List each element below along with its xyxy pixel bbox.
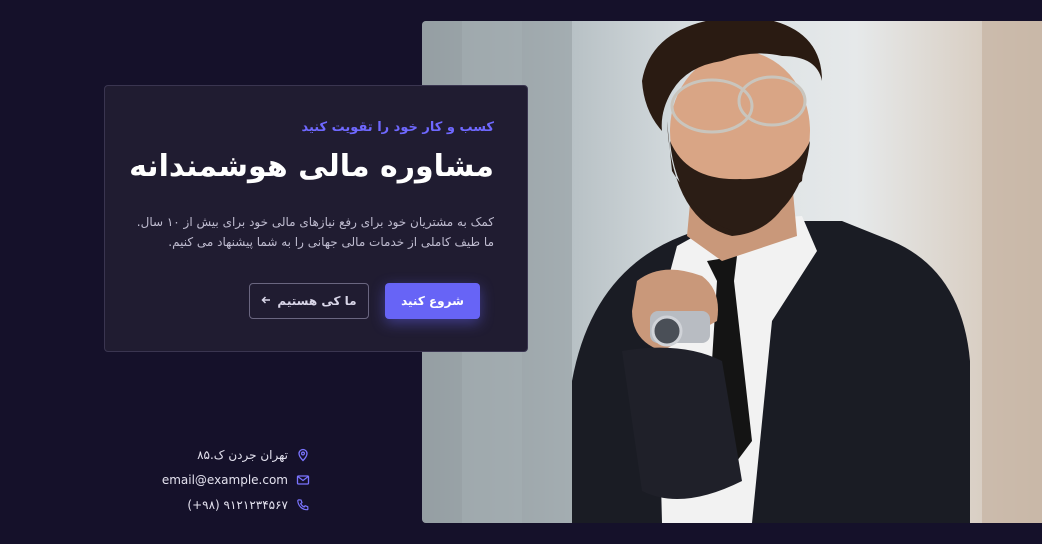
hero-description: کمک به مشتریان خود برای رفع نیازهای مالی… (137, 212, 494, 252)
hero-card: کسب و کار خود را تقویت کنید مشاوره مالی … (104, 85, 528, 352)
hero-description-line1: کمک به مشتریان خود برای رفع نیازهای مالی… (136, 215, 494, 229)
about-us-button[interactable]: ما کی هستیم (249, 283, 369, 319)
contact-address: تهران جردن ک.۸۵ (150, 448, 310, 462)
start-button[interactable]: شروع کنید (385, 283, 480, 319)
contact-email-link[interactable]: email@example.com (162, 473, 288, 487)
phone-icon (296, 498, 310, 512)
contact-phone-link[interactable]: (+۹۸) ۹۱۲۱۲۳۴۵۶۷ (187, 498, 288, 512)
contact-address-text: تهران جردن ک.۸۵ (197, 448, 288, 462)
contact-email: email@example.com (150, 473, 310, 487)
hero-title: مشاوره مالی هوشمندانه (129, 149, 494, 184)
mail-icon (296, 473, 310, 487)
about-us-button-label: ما کی هستیم (277, 294, 357, 308)
hero-eyebrow: کسب و کار خود را تقویت کنید (301, 120, 494, 135)
map-pin-icon (296, 448, 310, 462)
hero-description-line2: ما طیف کاملی از خدمات مالی جهانی را به ش… (168, 235, 494, 249)
arrow-left-icon (261, 294, 271, 308)
contact-phone: (+۹۸) ۹۱۲۱۲۳۴۵۶۷ (150, 498, 310, 512)
